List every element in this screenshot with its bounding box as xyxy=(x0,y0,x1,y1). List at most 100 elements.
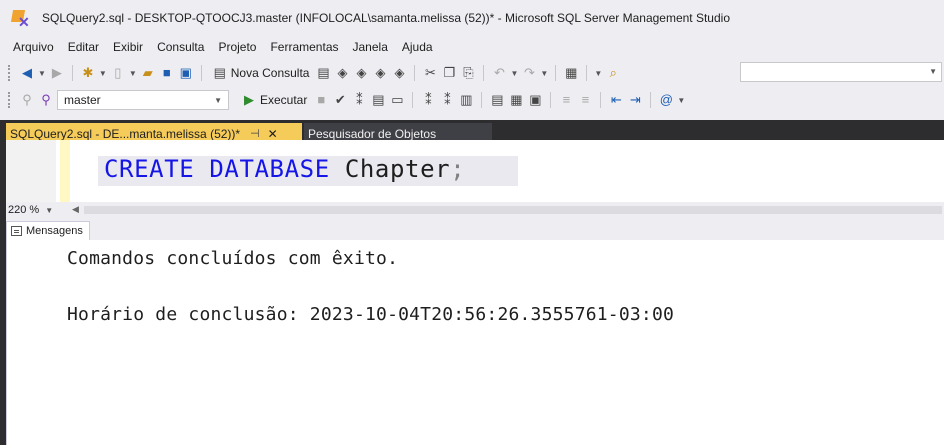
undo-dropdown-icon[interactable]: ▼ xyxy=(510,69,518,78)
menu-ajuda[interactable]: Ajuda xyxy=(395,40,440,54)
toolbar-separator xyxy=(483,65,485,81)
toolbar-separator xyxy=(71,65,73,81)
menu-bar: Arquivo Editar Exibir Consulta Projeto F… xyxy=(0,36,944,58)
decrease-indent-icon[interactable]: ⇤ xyxy=(608,92,624,108)
code-line[interactable]: CREATE DATABASE Chapter; xyxy=(104,155,465,183)
change-tracking-bar xyxy=(60,140,70,202)
intellisense-icon[interactable]: ▭ xyxy=(389,92,405,108)
zoom-value: 220 % xyxy=(8,204,40,216)
find-icon[interactable]: ⌕ xyxy=(605,65,621,81)
scroll-left-icon[interactable]: ◀ xyxy=(72,204,79,215)
uncomment-icon[interactable]: ≡ xyxy=(577,92,593,108)
parse-icon[interactable]: ✔ xyxy=(332,92,348,108)
menu-arquivo[interactable]: Arquivo xyxy=(6,40,61,54)
find-combo-dropdown-icon[interactable]: ▼ xyxy=(929,67,937,76)
save-all-icon[interactable]: ▣ xyxy=(178,65,194,81)
zoom-dropdown-icon: ▼ xyxy=(45,205,54,215)
window-title: SQLQuery2.sql - DESKTOP-QTOOCJ3.master (… xyxy=(42,11,730,25)
query-editor[interactable]: CREATE DATABASE Chapter; xyxy=(6,140,944,202)
paste-icon[interactable]: ⎘ xyxy=(460,65,476,81)
document-tab-strip: SQLQuery2.sql - DE...manta.melissa (52))… xyxy=(0,116,944,144)
client-stats-icon[interactable]: ▥ xyxy=(458,92,474,108)
toolbar-separator xyxy=(550,92,552,108)
mdx-query-icon[interactable]: ◈ xyxy=(334,65,350,81)
messages-icon xyxy=(11,225,22,236)
menu-projeto[interactable]: Projeto xyxy=(211,40,263,54)
new-query-button[interactable]: ▤ Nova Consulta xyxy=(209,65,313,81)
title-bar: ✕ SQLQuery2.sql - DESKTOP-QTOOCJ3.master… xyxy=(0,0,944,36)
execute-label: Executar xyxy=(260,93,308,107)
query-options-icon[interactable]: ▤ xyxy=(370,92,386,108)
editor-status-row: 220 % ▼ ◀ xyxy=(6,202,944,218)
find-combo[interactable]: ▼ xyxy=(740,62,942,82)
tab-sqlquery2-label: SQLQuery2.sql - DE...manta.melissa (52))… xyxy=(10,126,241,141)
activity-monitor-icon[interactable]: ▦ xyxy=(563,65,579,81)
statement-terminator: ; xyxy=(450,155,466,183)
database-select-value: master xyxy=(64,93,101,107)
pin-icon[interactable]: ⊣ xyxy=(250,127,260,140)
toolbar-separator xyxy=(586,65,588,81)
live-stats-icon[interactable]: ⁑ xyxy=(439,92,455,108)
menu-consulta[interactable]: Consulta xyxy=(150,40,211,54)
horizontal-scrollbar[interactable] xyxy=(84,206,942,214)
new-query-icon: ▤ xyxy=(213,65,226,80)
execute-icon: ▶ xyxy=(244,92,254,107)
open-file-icon[interactable]: ▰ xyxy=(140,65,156,81)
menu-editar[interactable]: Editar xyxy=(61,40,106,54)
add-item-icon[interactable]: ▯ xyxy=(110,65,126,81)
back-icon[interactable]: ◀ xyxy=(19,65,35,81)
new-project-icon[interactable]: ✱ xyxy=(80,65,96,81)
change-connection-icon[interactable]: ⚲ xyxy=(38,92,54,108)
menu-janela[interactable]: Janela xyxy=(346,40,395,54)
undo-icon[interactable]: ↶ xyxy=(491,65,507,81)
toolbar-grip[interactable] xyxy=(8,65,12,81)
back-dropdown-icon[interactable]: ▼ xyxy=(38,69,46,78)
toolbar-separator xyxy=(412,92,414,108)
toolbar-grip[interactable] xyxy=(8,92,12,108)
keyword-database: DATABASE xyxy=(209,155,330,183)
tab-messages[interactable]: Mensagens xyxy=(6,220,90,240)
toolbar-options-dropdown-icon[interactable]: ▼ xyxy=(594,69,602,78)
toolbar-separator xyxy=(600,92,602,108)
database-engine-query-icon[interactable]: ▤ xyxy=(315,65,331,81)
new-query-label: Nova Consulta xyxy=(230,66,310,80)
results-to-file-icon[interactable]: ▣ xyxy=(527,92,543,108)
redo-dropdown-icon[interactable]: ▼ xyxy=(540,69,548,78)
menu-ferramentas[interactable]: Ferramentas xyxy=(263,40,345,54)
toolbar-separator xyxy=(481,92,483,108)
message-success: Comandos concluídos com êxito. xyxy=(67,248,399,269)
specify-parameters-icon[interactable]: @ xyxy=(658,92,674,108)
include-plan-icon[interactable]: ⁑ xyxy=(420,92,436,108)
cancel-query-icon[interactable]: ■ xyxy=(313,92,329,108)
cut-icon[interactable]: ✂ xyxy=(422,65,438,81)
save-icon[interactable]: ■ xyxy=(159,65,175,81)
toolbar-separator xyxy=(414,65,416,81)
execute-button[interactable]: ▶ Executar xyxy=(238,92,310,108)
increase-indent-icon[interactable]: ⇥ xyxy=(627,92,643,108)
dmx-query-icon[interactable]: ◈ xyxy=(353,65,369,81)
message-completion-time: Horário de conclusão: 2023-10-04T20:56:2… xyxy=(67,304,675,325)
menu-exibir[interactable]: Exibir xyxy=(106,40,150,54)
forward-icon[interactable]: ▶ xyxy=(49,65,65,81)
xmla-query-icon[interactable]: ◈ xyxy=(372,65,388,81)
estimated-plan-icon[interactable]: ⁑ xyxy=(351,92,367,108)
zoom-select[interactable]: 220 % ▼ xyxy=(6,204,56,216)
new-project-dropdown-icon[interactable]: ▼ xyxy=(99,69,107,78)
dax-query-icon[interactable]: ◈ xyxy=(391,65,407,81)
connect-icon[interactable]: ⚲ xyxy=(19,92,35,108)
results-to-text-icon[interactable]: ▤ xyxy=(489,92,505,108)
add-item-dropdown-icon[interactable]: ▼ xyxy=(129,69,137,78)
comment-icon[interactable]: ≡ xyxy=(558,92,574,108)
messages-pane[interactable]: Comandos concluídos com êxito. Horário d… xyxy=(6,240,944,445)
tab-object-explorer-label: Pesquisador de Objetos xyxy=(308,126,437,141)
sql-editor-toolbar: ⚲ ⚲ master ▼ ▶ Executar ■ ✔ ⁑ ▤ ▭ ⁑ ⁑ ▥ … xyxy=(0,87,944,113)
results-tab-strip: Mensagens xyxy=(6,220,944,240)
database-select[interactable]: master ▼ xyxy=(57,90,229,110)
tab-messages-label: Mensagens xyxy=(26,224,83,237)
copy-icon[interactable]: ❐ xyxy=(441,65,457,81)
redo-icon[interactable]: ↷ xyxy=(521,65,537,81)
close-icon[interactable]: ✕ xyxy=(268,127,278,141)
toolbar2-options-dropdown-icon[interactable]: ▼ xyxy=(677,96,685,105)
toolbar-separator xyxy=(555,65,557,81)
results-to-grid-icon[interactable]: ▦ xyxy=(508,92,524,108)
